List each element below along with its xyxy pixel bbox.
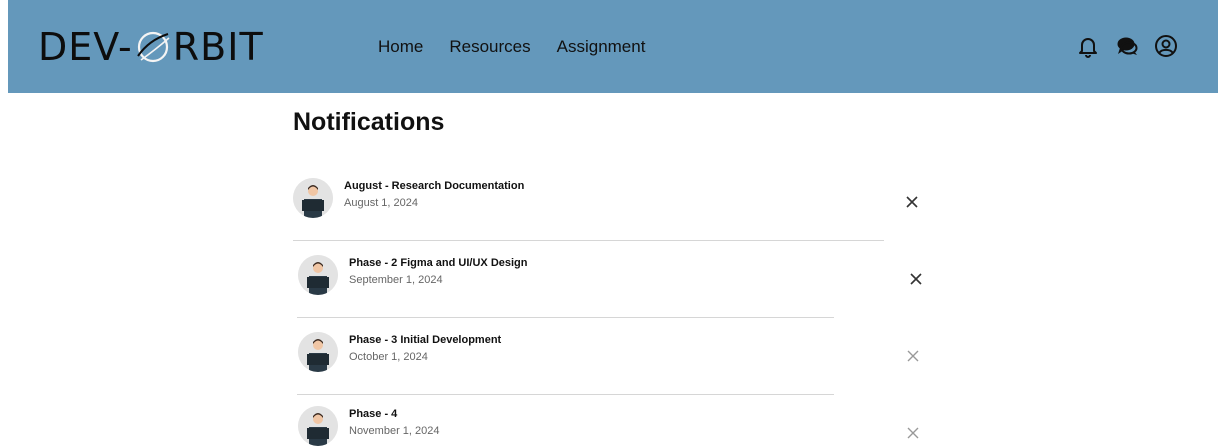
avatar [298, 406, 338, 446]
notification-title: Phase - 2 Figma and UI/UX Design [349, 257, 528, 269]
logo-text-right: RBIT [172, 25, 264, 69]
page-title: Notifications [293, 108, 445, 136]
main-nav: Home Resources Assignment [378, 37, 645, 57]
nav-home[interactable]: Home [378, 37, 423, 57]
nav-resources[interactable]: Resources [449, 37, 530, 57]
dismiss-notification-icon[interactable] [905, 195, 919, 209]
logo-text-left: DEV- [38, 25, 133, 69]
bell-icon[interactable] [1076, 34, 1100, 58]
notification-title: Phase - 4 [349, 408, 398, 420]
avatar [293, 178, 333, 218]
dismiss-notification-icon[interactable] [906, 349, 920, 363]
chat-icon[interactable] [1115, 34, 1139, 58]
avatar [298, 255, 338, 295]
orbit-logo-icon [136, 31, 170, 63]
notification-date: August 1, 2024 [344, 197, 419, 209]
notification-date: September 1, 2024 [349, 274, 443, 286]
notification-item[interactable]: Phase - 3 Initial Development October 1,… [298, 332, 501, 372]
notification-title: Phase - 3 Initial Development [349, 334, 502, 346]
dev-orbit-logo[interactable]: DEV- RBIT [38, 22, 264, 72]
top-navbar: DEV- RBIT Home Resources Assignment [8, 0, 1218, 93]
notification-item[interactable]: August - Research Documentation August 1… [293, 178, 524, 218]
header-actions [1076, 34, 1178, 58]
notification-date: October 1, 2024 [349, 351, 428, 363]
notification-item[interactable]: Phase - 2 Figma and UI/UX Design Septemb… [298, 255, 528, 295]
user-profile-icon[interactable] [1154, 34, 1178, 58]
notification-date: November 1, 2024 [349, 425, 440, 437]
divider [297, 317, 834, 318]
nav-assignment[interactable]: Assignment [557, 37, 646, 57]
notification-item[interactable]: Phase - 4 November 1, 2024 [298, 406, 440, 446]
dismiss-notification-icon[interactable] [906, 426, 920, 440]
dismiss-notification-icon[interactable] [909, 272, 923, 286]
divider [297, 394, 834, 395]
notification-title: August - Research Documentation [344, 180, 525, 192]
divider [293, 240, 884, 241]
avatar [298, 332, 338, 372]
